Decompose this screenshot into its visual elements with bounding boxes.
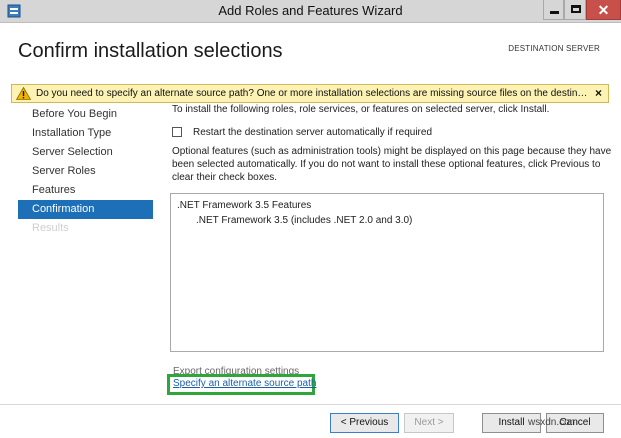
window-title: Add Roles and Features Wizard (218, 3, 403, 18)
intro-text: To install the following roles, role ser… (172, 104, 550, 115)
feature-item: .NET Framework 3.5 Features (177, 200, 312, 211)
warning-close-button[interactable]: × (595, 85, 602, 102)
sidebar-item-features[interactable]: Features (18, 181, 153, 200)
optional-features-note: Optional features (such as administratio… (172, 146, 612, 183)
watermark: wsxdn.com (528, 417, 579, 428)
feature-subitem: .NET Framework 3.5 (includes .NET 2.0 an… (196, 215, 413, 226)
minimize-button[interactable] (543, 0, 564, 20)
footer-divider (0, 404, 621, 405)
restart-checkbox-label[interactable]: Restart the destination server automatic… (193, 126, 432, 139)
page-title: Confirm installation selections (18, 40, 283, 62)
sidebar-item-confirmation[interactable]: Confirmation (18, 200, 153, 219)
maximize-icon (571, 5, 581, 13)
next-button: Next > (404, 413, 454, 433)
maximize-button[interactable] (564, 0, 586, 20)
close-window-button[interactable]: ✕ (586, 0, 621, 20)
minimize-icon (550, 11, 559, 14)
sidebar-item-installation-type[interactable]: Installation Type (18, 124, 153, 143)
destination-server-label: DESTINATION SERVER (508, 44, 600, 53)
sidebar-item-server-selection[interactable]: Server Selection (18, 143, 153, 162)
features-list[interactable]: .NET Framework 3.5 Features .NET Framewo… (170, 193, 604, 352)
close-icon: ✕ (597, 2, 610, 18)
warning-icon (16, 87, 31, 100)
warning-text[interactable]: Do you need to specify an alternate sour… (36, 85, 589, 102)
previous-button[interactable]: < Previous (330, 413, 399, 433)
sidebar-item-server-roles[interactable]: Server Roles (18, 162, 153, 181)
sidebar-item-results: Results (32, 222, 69, 234)
warning-bar: Do you need to specify an alternate sour… (11, 84, 609, 103)
title-bar: Add Roles and Features Wizard ✕ (0, 0, 621, 23)
sidebar-item-before-you-begin[interactable]: Before You Begin (18, 105, 153, 124)
restart-checkbox[interactable] (172, 127, 182, 137)
alternate-source-path-link[interactable]: Specify an alternate source path (173, 378, 316, 389)
